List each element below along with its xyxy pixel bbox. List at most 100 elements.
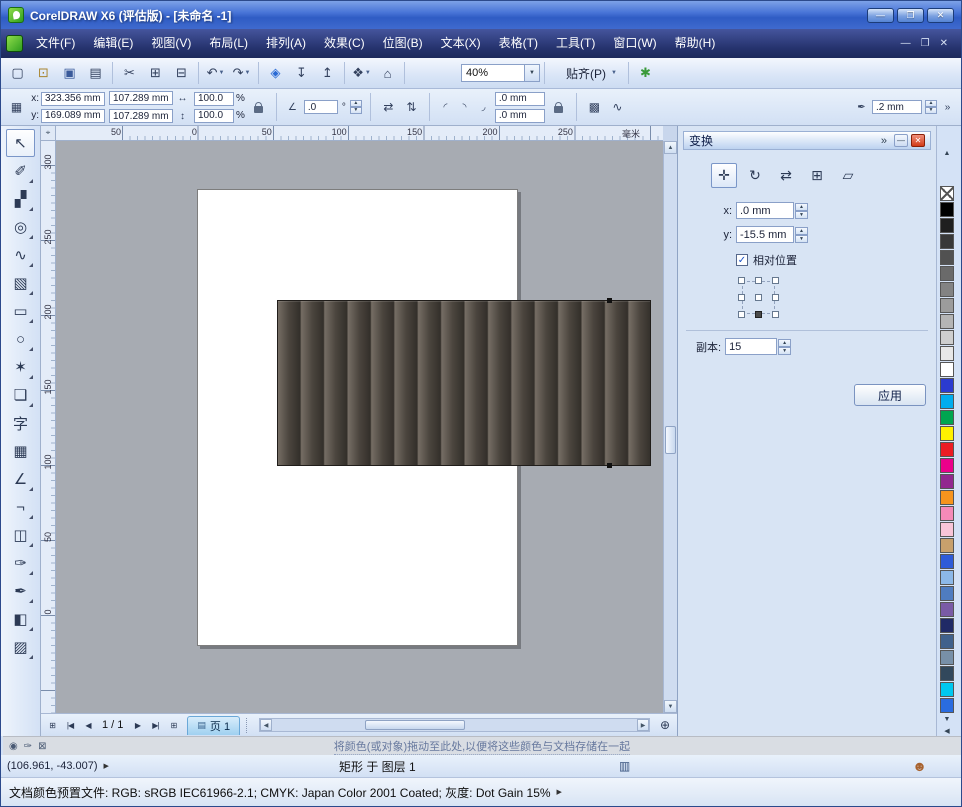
anchor-bottom-center[interactable]	[755, 311, 762, 318]
menu-item[interactable]: 文件(F)	[27, 33, 84, 54]
position-grid-icon[interactable]: ▦	[7, 98, 26, 117]
menu-item[interactable]: 位图(B)	[374, 33, 432, 54]
outline-pen-tool[interactable]: ✒	[6, 577, 35, 605]
redo-button[interactable]: ↷▼	[229, 61, 254, 85]
menu-item[interactable]: 视图(V)	[142, 33, 200, 54]
color-swatch[interactable]	[940, 618, 954, 633]
minimize-button[interactable]: —	[867, 8, 894, 23]
cut-button[interactable]: ✂	[117, 61, 142, 85]
color-swatch[interactable]	[940, 522, 954, 537]
eyedropper-tool[interactable]: ✑	[6, 549, 35, 577]
transform-skew-button[interactable]: ▱	[835, 163, 861, 188]
anchor-top-right[interactable]	[772, 277, 779, 284]
object-y-field[interactable]: 169.089 mm	[41, 109, 105, 123]
transform-scale-mirror-button[interactable]: ⇄	[773, 163, 799, 188]
vertical-ruler[interactable]: 300250200150100500	[41, 141, 56, 713]
transform-x-field[interactable]: .0 mm	[736, 202, 794, 219]
menu-item[interactable]: 文本(X)	[432, 33, 490, 54]
color-swatch[interactable]	[940, 378, 954, 393]
outline-width-field[interactable]: .2 mm	[872, 100, 922, 114]
snap-dropdown[interactable]: 贴齐(P)▼	[559, 65, 624, 82]
fill-tool[interactable]: ◧	[6, 605, 35, 633]
display-proof-icon[interactable]: ▥	[619, 759, 630, 773]
shape-tool[interactable]: ✐	[6, 157, 35, 185]
propbar-overflow-icon[interactable]: »	[940, 100, 955, 115]
color-swatch[interactable]	[940, 410, 954, 425]
previous-page-button[interactable]: ◀	[80, 717, 96, 733]
copies-spinner[interactable]: ▲▼	[778, 339, 791, 355]
convert-to-curves-button[interactable]: ∿	[608, 98, 627, 117]
basic-shapes-tool[interactable]: ❏	[6, 381, 35, 409]
scale-h-field[interactable]: 100.0	[194, 92, 234, 106]
color-swatch[interactable]	[940, 682, 954, 697]
palette-flyout-button[interactable]: ◀	[944, 727, 949, 736]
open-document-button[interactable]: ⊡	[31, 61, 56, 85]
color-swatch[interactable]	[940, 426, 954, 441]
anchor-bottom-left[interactable]	[738, 311, 745, 318]
restore-button[interactable]: ❐	[897, 8, 924, 23]
color-swatch[interactable]	[940, 202, 954, 217]
scroll-right-button[interactable]: ▶	[637, 719, 649, 731]
anchor-top-left[interactable]	[738, 277, 745, 284]
vertical-scrollbar[interactable]: ▲ ▼	[663, 141, 677, 713]
selection-handle-top[interactable]	[607, 298, 612, 303]
horizontal-scrollbar[interactable]: ◀ ▶	[259, 718, 650, 732]
corner-radius-field-1[interactable]: .0 mm	[495, 92, 545, 106]
menu-item[interactable]: 帮助(H)	[666, 33, 725, 54]
status-expand-icon[interactable]: ▶	[104, 762, 109, 770]
color-swatch[interactable]	[940, 314, 954, 329]
zoom-level-value[interactable]: 40%	[461, 64, 525, 82]
search-content-button[interactable]: ◈	[263, 61, 288, 85]
page-tab-1[interactable]: ▤ 页 1	[187, 716, 240, 735]
corner-lock-button[interactable]	[549, 98, 568, 117]
interactive-fill-tool[interactable]: ▨	[6, 633, 35, 661]
quick-zoom-button[interactable]: ⊕	[656, 716, 674, 734]
menu-item[interactable]: 编辑(E)	[84, 33, 142, 54]
options-button[interactable]: ✱	[633, 61, 658, 85]
object-width-field[interactable]: 107.289 mm	[109, 91, 173, 105]
color-swatch[interactable]	[940, 442, 954, 457]
docker-collapse-icon[interactable]: »	[881, 135, 887, 147]
docker-close-button[interactable]: ✕	[911, 134, 925, 147]
color-swatch[interactable]	[940, 234, 954, 249]
color-swatch[interactable]	[940, 634, 954, 649]
transform-rotate-button[interactable]: ↻	[742, 163, 768, 188]
drawing-canvas[interactable]	[56, 141, 663, 713]
add-page-button-2[interactable]: ⊞	[165, 717, 181, 733]
add-page-button[interactable]: ⊞	[44, 717, 60, 733]
palette-scroll-down-button[interactable]: ▼	[944, 716, 951, 725]
color-swatch[interactable]	[940, 458, 954, 473]
transform-size-button[interactable]: ⊞	[804, 163, 830, 188]
zoom-tool[interactable]: ◎	[6, 213, 35, 241]
copies-field[interactable]: 15	[725, 338, 777, 355]
transform-x-spinner[interactable]: ▲▼	[795, 203, 808, 219]
ellipse-tool[interactable]: ○	[6, 325, 35, 353]
color-swatch[interactable]	[940, 602, 954, 617]
anchor-middle-right[interactable]	[772, 294, 779, 301]
no-color-swatch[interactable]	[940, 186, 954, 201]
anchor-bottom-right[interactable]	[772, 311, 779, 318]
smart-fill-tool[interactable]: ▧	[6, 269, 35, 297]
no-color-icon[interactable]: ⊠	[38, 741, 46, 752]
scroll-up-button[interactable]: ▲	[664, 141, 677, 154]
anchor-top-center[interactable]	[755, 277, 762, 284]
scale-v-field[interactable]: 100.0	[194, 109, 234, 123]
info-expand-icon[interactable]: ▶	[557, 788, 562, 796]
menu-item[interactable]: 布局(L)	[200, 33, 257, 54]
selection-handle-bottom[interactable]	[607, 463, 612, 468]
color-swatch[interactable]	[940, 570, 954, 585]
menu-item[interactable]: 窗口(W)	[604, 33, 665, 54]
pick-tool[interactable]: ↖	[6, 129, 35, 157]
navigator-splitter[interactable]	[246, 718, 249, 733]
zoom-level-dropdown-icon[interactable]: ▼	[525, 64, 540, 82]
eyedropper-icon[interactable]: ✑	[24, 741, 32, 752]
color-swatch[interactable]	[940, 538, 954, 553]
rotation-spinner[interactable]: ▲▼	[350, 100, 362, 114]
application-launcher-button[interactable]: ❖▼	[349, 61, 374, 85]
undo-button[interactable]: ↶▼	[203, 61, 228, 85]
anchor-center[interactable]	[755, 294, 762, 301]
scroll-down-button[interactable]: ▼	[664, 700, 677, 713]
text-wrap-button[interactable]: ▩	[585, 98, 604, 117]
color-swatch[interactable]	[940, 506, 954, 521]
corner-chamfer-button[interactable]: ◞	[476, 100, 491, 115]
